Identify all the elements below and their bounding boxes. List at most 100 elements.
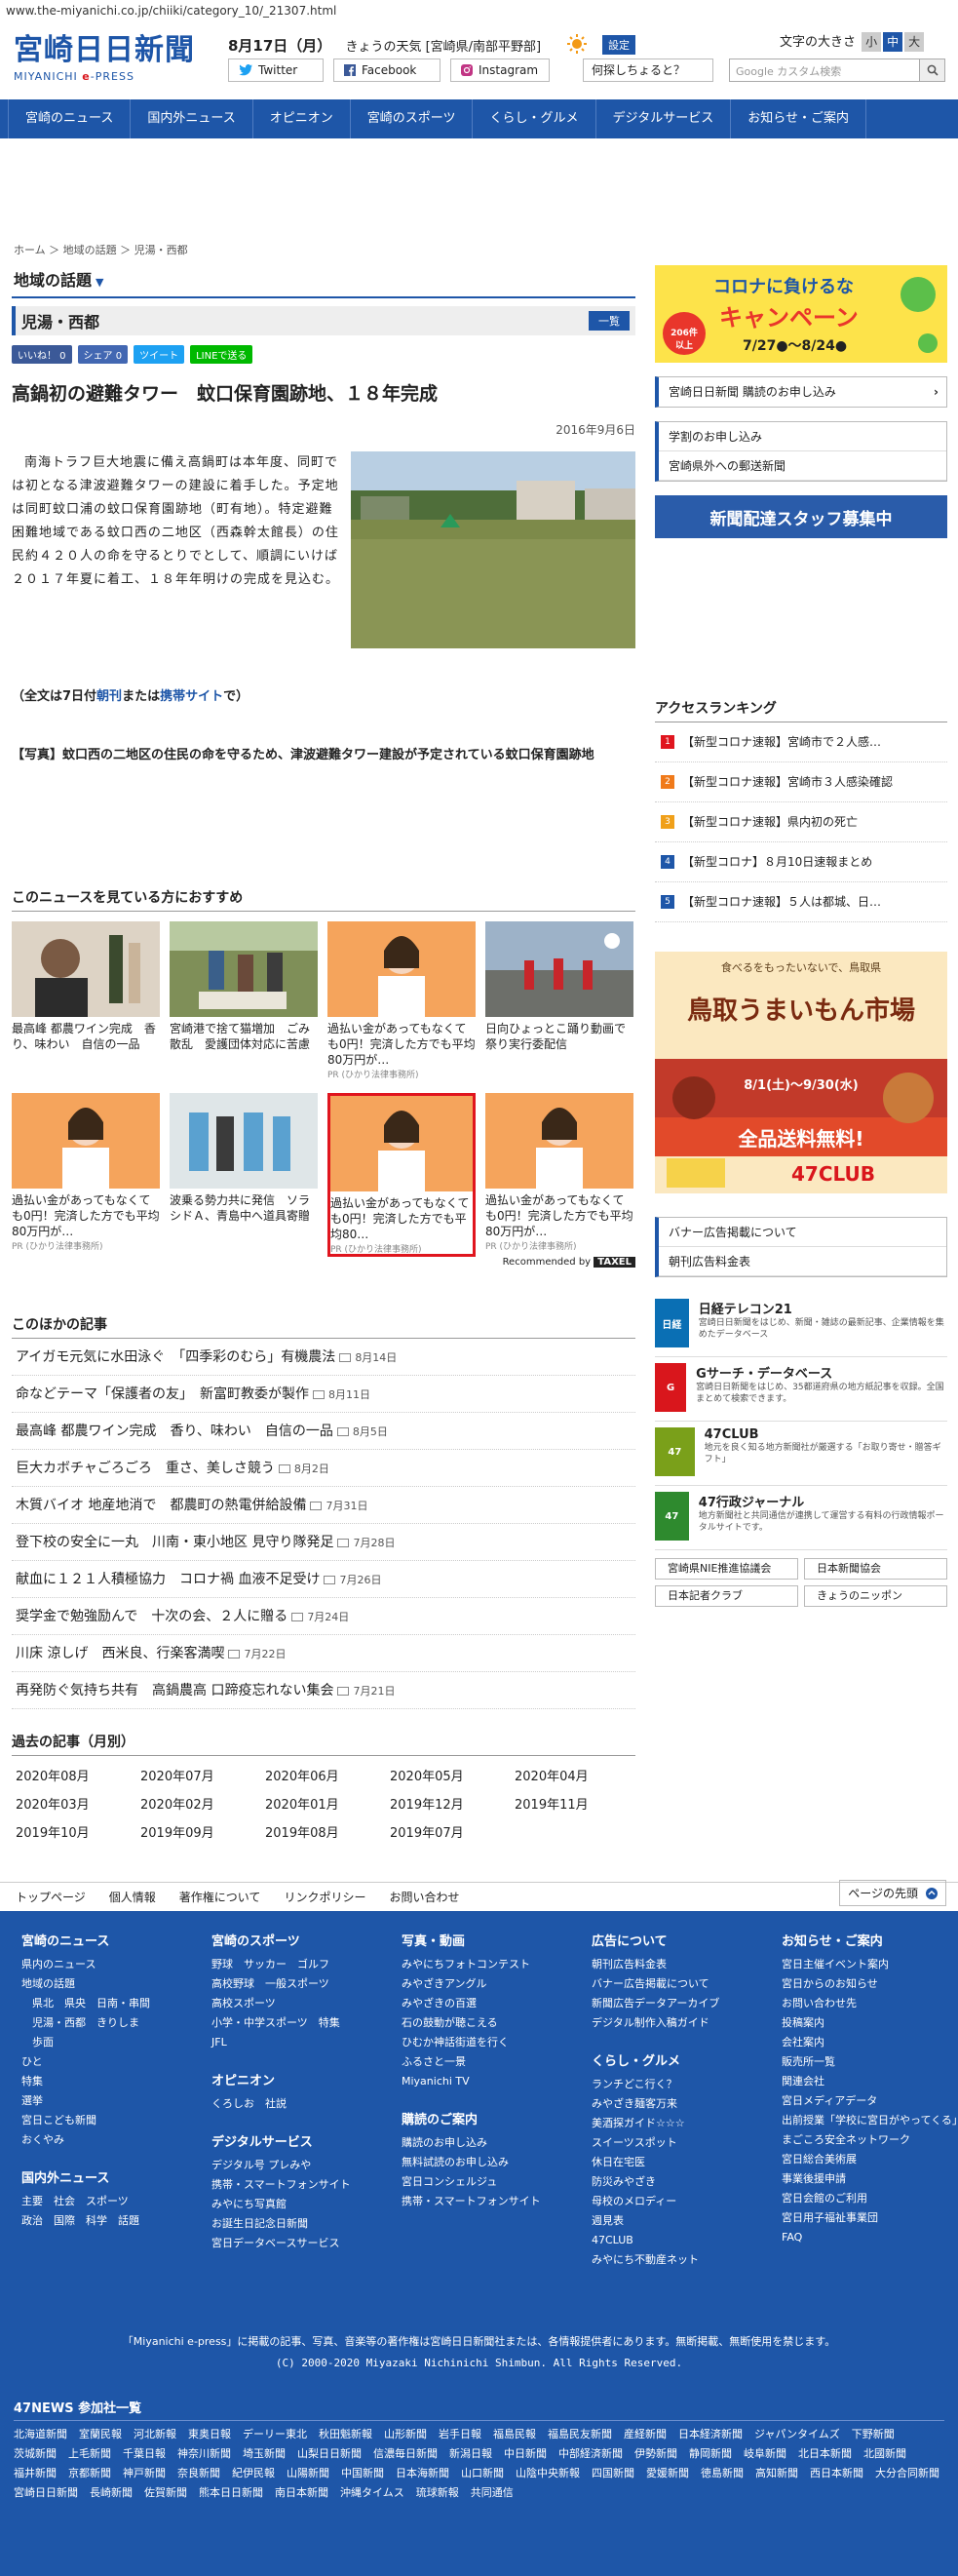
instagram-button[interactable]: Instagram — [450, 59, 550, 82]
paper-link[interactable]: 琉球新報 — [416, 2483, 459, 2503]
footer-column-heading[interactable]: 写真・動画 — [402, 1931, 592, 1949]
footer-link[interactable]: 宮日総合美術展 — [782, 2150, 958, 2169]
search-button[interactable] — [919, 59, 944, 81]
footer-link[interactable]: 出前授業「学校に宮日がやってくる」 — [782, 2111, 958, 2130]
footer-link[interactable]: みやにち不動産ネット — [592, 2250, 782, 2270]
footer-link[interactable]: 宮日コンシェルジュ — [402, 2172, 592, 2192]
footer-link[interactable]: ふるさと一景 — [402, 2052, 592, 2072]
other-article-row[interactable]: アイガモ元気に水田泳ぐ 「四季彩のむら」有機農法 8月14日 — [12, 1339, 635, 1376]
twitter-button[interactable]: Twitter — [228, 59, 324, 82]
footer-link[interactable]: お問い合わせ先 — [782, 1994, 958, 2013]
list-button[interactable]: 一覧 — [589, 311, 630, 331]
recommend-item[interactable]: 日向ひょっとこ踊り動画で 祭り実行委配信 — [485, 921, 633, 1085]
nav-info[interactable]: お知らせ・ご案内 — [731, 99, 866, 138]
paper-link[interactable]: 中国新聞 — [341, 2464, 384, 2483]
recommend-item[interactable]: 波乗る勢力共に発信 ソラシドＡ、青島中へ道具寄贈 — [170, 1093, 318, 1257]
past-month-link[interactable]: 2019年11月 — [515, 1794, 639, 1813]
past-month-link[interactable]: 2020年08月 — [16, 1766, 140, 1784]
footer-link[interactable]: 母校のメロディー — [592, 2192, 782, 2211]
nav-sports[interactable]: 宮崎のスポーツ — [351, 99, 474, 138]
paper-link[interactable]: 北日本新聞 — [798, 2444, 852, 2464]
paper-link[interactable]: 福井新聞 — [14, 2464, 57, 2483]
paper-link[interactable]: 熊本日日新聞 — [199, 2483, 263, 2503]
paper-link[interactable]: 静岡新聞 — [689, 2444, 732, 2464]
paper-link[interactable]: ジャパンタイムズ — [754, 2425, 840, 2444]
past-month-link[interactable]: 2020年02月 — [140, 1794, 265, 1813]
paper-link[interactable]: 東奥日報 — [188, 2425, 231, 2444]
footer-link[interactable]: 宮日用子福祉事業団 — [782, 2208, 958, 2228]
other-article-row[interactable]: 木質バイオ 地産地消で 都農町の熱電併給設備 7月31日 — [12, 1487, 635, 1524]
ad-rates-link[interactable]: 朝刊広告料金表 — [659, 1247, 946, 1276]
recommended-by[interactable]: Recommended by TAXEL — [12, 1257, 635, 1268]
past-month-link[interactable]: 2020年05月 — [390, 1766, 515, 1784]
footer-link[interactable]: お誕生日記念日新聞 — [211, 2214, 402, 2234]
page-top-button[interactable]: ページの先頭 — [839, 1880, 946, 1906]
footer-column-heading[interactable]: オピニオン — [211, 2070, 402, 2088]
past-month-link[interactable]: 2019年12月 — [390, 1794, 515, 1813]
recommend-item[interactable]: 最高峰 都農ワイン完成 香り、味わい 自信の一品 — [12, 921, 160, 1085]
footer-link[interactable]: 関連会社 — [782, 2072, 958, 2091]
footer-link-privacy[interactable]: 個人情報 — [109, 1889, 156, 1905]
share-button[interactable]: シェア 0 — [77, 345, 129, 364]
footer-link[interactable]: まごころ安全ネットワーク — [782, 2130, 958, 2150]
footer-link[interactable]: 選挙 — [21, 2091, 211, 2111]
footer-link[interactable]: Miyanichi TV — [402, 2072, 592, 2091]
paper-link[interactable]: 下野新聞 — [852, 2425, 895, 2444]
service-item[interactable]: G Gサーチ・データベース 宮崎日日新聞をはじめ、35都道府県の地方紙記事を収録。全… — [655, 1357, 947, 1422]
paper-link[interactable]: 室蘭民報 — [79, 2425, 122, 2444]
paper-link[interactable]: 南日本新聞 — [275, 2483, 328, 2503]
mini-link-press-club[interactable]: 日本記者クラブ — [655, 1585, 798, 1607]
font-size-large[interactable]: 大 — [904, 32, 925, 52]
other-article-row[interactable]: 登下校の安全に一丸 川南・東小地区 見守り隊発足 7月28日 — [12, 1524, 635, 1561]
paper-link[interactable]: 共同通信 — [471, 2483, 514, 2503]
past-month-link[interactable]: 2020年04月 — [515, 1766, 639, 1784]
paper-link[interactable]: 伊勢新聞 — [634, 2444, 677, 2464]
footer-link[interactable]: JFL — [211, 2033, 402, 2052]
footer-link[interactable]: 宮日主催イベント案内 — [782, 1955, 958, 1974]
footer-link[interactable]: 美酒探ガイド☆☆☆ — [592, 2114, 782, 2133]
footer-column-heading[interactable]: 宮崎のニュース — [21, 1931, 211, 1949]
past-month-link[interactable]: 2019年09月 — [140, 1822, 265, 1841]
footer-link[interactable]: 47CLUB — [592, 2231, 782, 2250]
paper-link[interactable]: 福島民友新聞 — [548, 2425, 612, 2444]
service-item[interactable]: 日経 日経テレコン21 宮崎日日新聞をはじめ、新聞・雑誌の最新記事、企業情報を集めた… — [655, 1293, 947, 1357]
footer-link[interactable]: おくやみ — [21, 2130, 211, 2150]
footer-link[interactable]: 朝刊広告料金表 — [592, 1955, 782, 1974]
footer-link[interactable]: 県内のニュース — [21, 1955, 211, 1974]
font-size-medium[interactable]: 中 — [883, 32, 903, 52]
paper-link[interactable]: 北國新聞 — [863, 2444, 906, 2464]
paper-link[interactable]: 産経新聞 — [624, 2425, 667, 2444]
past-month-link[interactable]: 2020年07月 — [140, 1766, 265, 1784]
section-heading[interactable]: 地域の話題 ▼ — [12, 263, 635, 298]
paper-link[interactable]: 信濃毎日新聞 — [373, 2444, 438, 2464]
paper-link[interactable]: 福島民報 — [493, 2425, 536, 2444]
paper-link[interactable]: 山陰中央新報 — [516, 2464, 580, 2483]
paper-link[interactable]: 山梨日日新聞 — [297, 2444, 362, 2464]
paper-link[interactable]: 北海道新聞 — [14, 2425, 67, 2444]
footer-link-top[interactable]: トップページ — [16, 1889, 86, 1905]
footer-link[interactable]: デジタル制作入稿ガイド — [592, 2013, 782, 2033]
footer-column-heading[interactable]: 宮崎のスポーツ — [211, 1931, 402, 1949]
footer-link[interactable]: 政治 国際 科学 話題 — [21, 2211, 211, 2231]
like-button[interactable]: いいね！ 0 — [12, 345, 72, 364]
other-article-row[interactable]: 奨学金で勉強励んで 十次の会、２人に贈る 7月24日 — [12, 1598, 635, 1635]
tweet-button[interactable]: ツイート — [134, 345, 185, 364]
other-article-row[interactable]: 再発防ぐ気持ち共有 高鍋農高 口蹄疫忘れない集会 7月21日 — [12, 1672, 635, 1709]
footer-link[interactable]: 小学・中学スポーツ 特集 — [211, 2013, 402, 2033]
footer-link[interactable]: くろしお 社説 — [211, 2094, 402, 2114]
other-article-row[interactable]: 最高峰 都農ワイン完成 香り、味わい 自信の一品 8月5日 — [12, 1413, 635, 1450]
breadcrumb[interactable]: ホーム ＞ 地域の話題 ＞ 児湯・西都 — [14, 242, 188, 257]
footer-column-heading[interactable]: お知らせ・ご案内 — [782, 1931, 958, 1949]
footer-link[interactable]: 宮日こども新聞 — [21, 2111, 211, 2130]
corona-campaign-banner[interactable]: コロナに負けるな キャンペーン 7/27●～8/24● 206件以上 — [655, 265, 947, 363]
footer-link[interactable]: 購読のお申し込み — [402, 2133, 592, 2153]
student-discount-link[interactable]: 学割のお申し込み — [659, 422, 946, 451]
footer-link[interactable]: 販売所一覧 — [782, 2052, 958, 2072]
recommend-item[interactable]: 過払い金があってもなくても0円！完済した方でも平均80万円が… PR (ひかり法… — [327, 921, 476, 1085]
footer-link[interactable]: 宮日データベースサービス — [211, 2234, 402, 2253]
other-article-row[interactable]: 川床 涼しげ 西米良、行楽客満喫 7月22日 — [12, 1635, 635, 1672]
paper-link[interactable]: 山形新聞 — [384, 2425, 427, 2444]
footer-link[interactable]: 携帯・スマートフォンサイト — [402, 2192, 592, 2211]
paper-link[interactable]: 岩手日報 — [439, 2425, 481, 2444]
site-logo[interactable]: 宮崎日日新聞 MIYANICHI e-PRESS — [14, 25, 197, 94]
